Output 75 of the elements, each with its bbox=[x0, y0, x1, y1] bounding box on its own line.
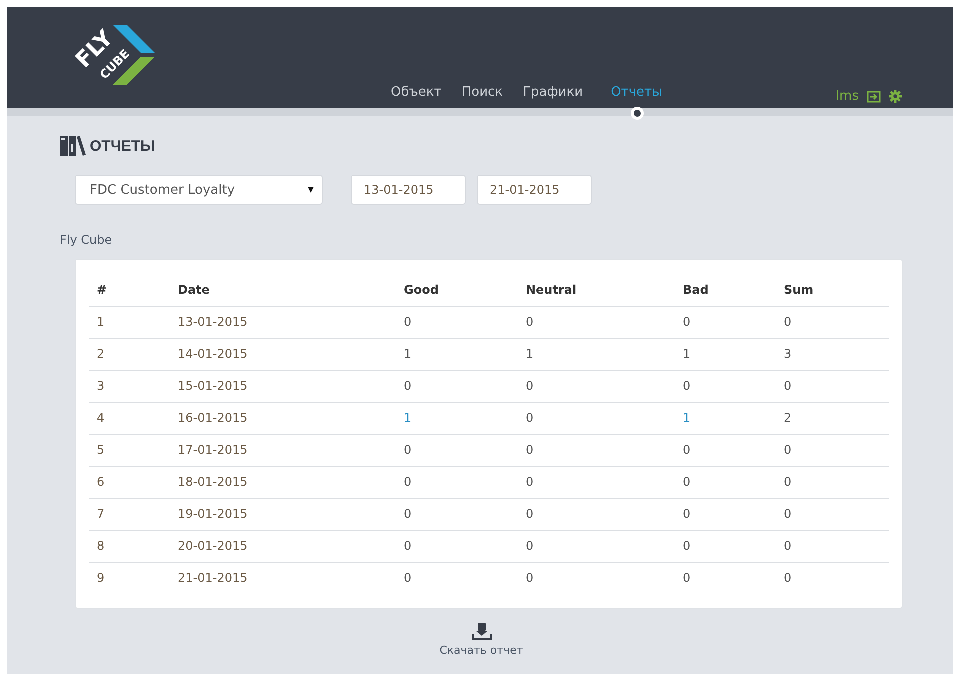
download-link[interactable]: Скачать отчет bbox=[440, 644, 524, 657]
table-cell: 7 bbox=[89, 498, 170, 530]
table-link[interactable]: 1 bbox=[683, 411, 691, 425]
table-cell: 0 bbox=[776, 530, 889, 562]
table-cell: 9 bbox=[89, 562, 170, 594]
table-cell: 0 bbox=[396, 306, 518, 338]
column-header: # bbox=[89, 274, 170, 306]
table-cell: 6 bbox=[89, 466, 170, 498]
date-to-field[interactable]: 21-01-2015 bbox=[477, 175, 592, 205]
table-cell: 0 bbox=[518, 402, 675, 434]
table-cell: 0 bbox=[776, 370, 889, 402]
table-cell: 15-01-2015 bbox=[170, 370, 396, 402]
table-cell: 0 bbox=[675, 306, 776, 338]
table-cell: 4 bbox=[89, 402, 170, 434]
table-cell: 3 bbox=[776, 338, 889, 370]
table-cell: 0 bbox=[518, 434, 675, 466]
table-cell: 1 bbox=[89, 306, 170, 338]
column-header: Neutral bbox=[518, 274, 675, 306]
settings-icon[interactable] bbox=[889, 90, 903, 103]
table-cell: 16-01-2015 bbox=[170, 402, 396, 434]
table-cell: 1 bbox=[518, 338, 675, 370]
date-from-field[interactable]: 13-01-2015 bbox=[351, 175, 466, 205]
table-cell: 2 bbox=[89, 338, 170, 370]
user-name[interactable]: lms bbox=[836, 89, 859, 104]
table-cell: 0 bbox=[396, 530, 518, 562]
table-cell: 0 bbox=[396, 498, 518, 530]
table-cell: 0 bbox=[518, 562, 675, 594]
table-cell: 0 bbox=[518, 498, 675, 530]
table-cell: 0 bbox=[776, 306, 889, 338]
report-dropdown[interactable]: FDC Customer Loyalty bbox=[75, 175, 323, 205]
table-cell: 19-01-2015 bbox=[170, 498, 396, 530]
table-cell: 0 bbox=[675, 498, 776, 530]
table-cell: 0 bbox=[396, 466, 518, 498]
table-cell: 0 bbox=[675, 466, 776, 498]
table-cell: 0 bbox=[518, 306, 675, 338]
caret-icon bbox=[308, 187, 314, 193]
table-cell: 5 bbox=[89, 434, 170, 466]
table-cell: 0 bbox=[776, 466, 889, 498]
table-link[interactable]: 1 bbox=[404, 411, 412, 425]
column-header: Bad bbox=[675, 274, 776, 306]
page-title: ОТЧЕТЫ bbox=[90, 138, 156, 154]
logout-icon[interactable] bbox=[867, 90, 881, 103]
table-cell: 0 bbox=[518, 530, 675, 562]
table-cell: 0 bbox=[675, 530, 776, 562]
nav-link[interactable]: Объект bbox=[381, 85, 452, 100]
table-cell: 0 bbox=[675, 434, 776, 466]
table-cell: 0 bbox=[396, 562, 518, 594]
table-cell: 0 bbox=[776, 498, 889, 530]
table-cell: 13-01-2015 bbox=[170, 306, 396, 338]
table-cell: 2 bbox=[776, 402, 889, 434]
table-cell: 0 bbox=[396, 434, 518, 466]
table-cell: 0 bbox=[518, 466, 675, 498]
table-cell: 3 bbox=[89, 370, 170, 402]
table-cell: 0 bbox=[776, 562, 889, 594]
nav-link[interactable]: Графики bbox=[513, 85, 594, 100]
column-header: Sum bbox=[776, 274, 889, 306]
table-cell: 1 bbox=[675, 338, 776, 370]
table-cell: 17-01-2015 bbox=[170, 434, 396, 466]
section-label: Fly Cube bbox=[60, 233, 114, 247]
binders-icon bbox=[60, 136, 86, 156]
table-cell: 0 bbox=[776, 434, 889, 466]
nav-link[interactable]: Поиск bbox=[452, 85, 514, 100]
table-cell: 21-01-2015 bbox=[170, 562, 396, 594]
table-cell: 0 bbox=[396, 370, 518, 402]
table-cell: 8 bbox=[89, 530, 170, 562]
column-header: Date bbox=[170, 274, 396, 306]
column-header: Good bbox=[396, 274, 518, 306]
table-cell: 18-01-2015 bbox=[170, 466, 396, 498]
table-cell: 0 bbox=[675, 370, 776, 402]
table-cell: 1 bbox=[396, 338, 518, 370]
table-cell: 20-01-2015 bbox=[170, 530, 396, 562]
download-icon[interactable] bbox=[472, 623, 492, 641]
table-cell: 0 bbox=[675, 562, 776, 594]
table-cell: 0 bbox=[518, 370, 675, 402]
table-cell: 14-01-2015 bbox=[170, 338, 396, 370]
